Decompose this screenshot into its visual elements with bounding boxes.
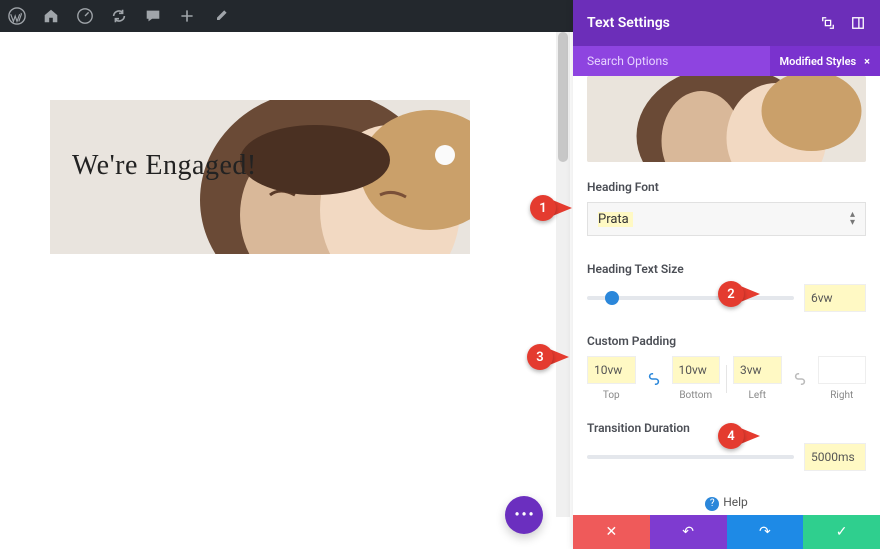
help-link[interactable]: ? Help xyxy=(587,495,866,511)
heading-text-size-input[interactable]: 6vw xyxy=(804,284,866,312)
check-icon: ✓ xyxy=(836,524,848,540)
redo-icon: ↷ xyxy=(759,524,771,540)
redo-button[interactable]: ↷ xyxy=(727,515,804,549)
callout-1: 1 xyxy=(530,195,572,221)
slider-knob[interactable] xyxy=(605,291,619,305)
callout-3: 3 xyxy=(527,344,569,370)
heading-text-size-label: Heading Text Size xyxy=(587,262,866,276)
wp-logo-icon[interactable] xyxy=(6,5,28,27)
callout-number: 1 xyxy=(530,195,556,221)
padding-bottom-label: Bottom xyxy=(672,390,721,401)
edit-icon[interactable] xyxy=(210,5,232,27)
help-icon: ? xyxy=(705,497,719,511)
modified-styles-filter[interactable]: Modified Styles × xyxy=(770,46,880,76)
transition-duration-slider[interactable] xyxy=(587,455,794,459)
search-options-button[interactable]: Search Options xyxy=(573,46,770,76)
heading-text-size-slider[interactable] xyxy=(587,296,794,300)
hero-module[interactable]: We're Engaged! xyxy=(50,100,470,254)
settings-panel: Text Settings Search Options Modified St… xyxy=(573,0,880,549)
preview-scrollbar-track[interactable] xyxy=(556,32,570,517)
dock-icon[interactable] xyxy=(850,15,866,31)
ellipsis-icon: ••• xyxy=(514,507,535,523)
divi-fab-button[interactable]: ••• xyxy=(505,496,543,534)
transition-duration-input[interactable]: 5000ms xyxy=(804,443,866,471)
callout-number: 2 xyxy=(718,281,744,307)
page-preview: We're Engaged! xyxy=(0,32,560,549)
add-new-icon[interactable] xyxy=(176,5,198,27)
link-vertical-icon[interactable] xyxy=(642,372,666,386)
callout-number: 3 xyxy=(527,344,553,370)
link-horizontal-icon[interactable] xyxy=(788,372,812,386)
heading-font-label: Heading Font xyxy=(587,180,866,194)
panel-subheader: Search Options Modified Styles × xyxy=(573,46,880,76)
dashboard-icon[interactable] xyxy=(74,5,96,27)
select-caret-icon: ▴▾ xyxy=(850,211,855,227)
cancel-button[interactable]: ✕ xyxy=(573,515,650,549)
expand-icon[interactable] xyxy=(820,15,836,31)
custom-padding-label: Custom Padding xyxy=(587,334,866,348)
comments-icon[interactable] xyxy=(142,5,164,27)
callout-2: 2 xyxy=(718,281,760,307)
help-label: Help xyxy=(723,495,748,509)
home-icon[interactable] xyxy=(40,5,62,27)
module-preview-thumb xyxy=(587,76,866,162)
padding-divider xyxy=(726,365,727,393)
padding-top-input[interactable]: 10vw xyxy=(587,356,636,384)
callout-4: 4 xyxy=(718,423,760,449)
heading-font-select[interactable]: Prata ▴▾ xyxy=(587,202,866,236)
preview-scrollbar-thumb[interactable] xyxy=(558,32,568,162)
filter-close-icon[interactable]: × xyxy=(864,55,870,68)
panel-title: Text Settings xyxy=(587,15,670,31)
padding-right-label: Right xyxy=(818,390,867,401)
close-icon: ✕ xyxy=(606,524,618,540)
panel-footer: ✕ ↶ ↷ ✓ xyxy=(573,515,880,549)
callout-number: 4 xyxy=(718,423,744,449)
padding-left-input[interactable]: 3vw xyxy=(733,356,782,384)
undo-button[interactable]: ↶ xyxy=(650,515,727,549)
save-button[interactable]: ✓ xyxy=(803,515,880,549)
padding-left-label: Left xyxy=(733,390,782,401)
padding-bottom-input[interactable]: 10vw xyxy=(672,356,721,384)
undo-icon: ↶ xyxy=(682,524,694,540)
custom-padding-row: 10vw Top 10vw Bottom 3vw Left Right xyxy=(587,356,866,401)
panel-header: Text Settings xyxy=(573,0,880,46)
filter-label: Modified Styles xyxy=(780,55,857,68)
refresh-icon[interactable] xyxy=(108,5,130,27)
padding-right-input[interactable] xyxy=(818,356,867,384)
padding-top-label: Top xyxy=(587,390,636,401)
hero-heading: We're Engaged! xyxy=(72,150,257,182)
heading-font-value: Prata xyxy=(598,212,633,227)
